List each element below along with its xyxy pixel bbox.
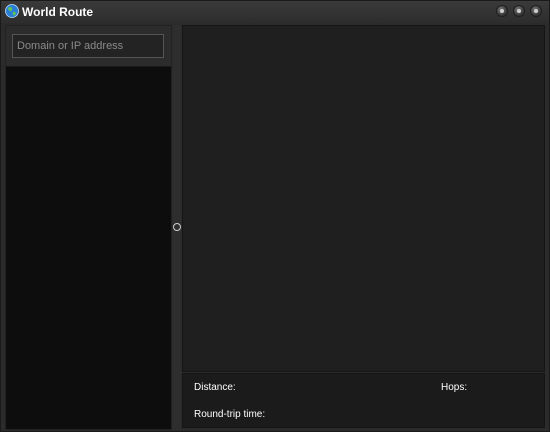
- minimize-button[interactable]: [496, 5, 508, 17]
- title-bar[interactable]: World Route: [1, 1, 549, 23]
- window-title: World Route: [22, 5, 94, 19]
- sidebar-panel: [5, 25, 172, 430]
- search-header: [6, 26, 171, 67]
- app-window: World Route Distance: Hops: Round-trip t…: [0, 0, 550, 432]
- route-info-panel: Distance: Hops: Round-trip time:: [182, 373, 545, 428]
- maximize-button[interactable]: [513, 5, 525, 17]
- route-hop-list[interactable]: [6, 67, 171, 429]
- splitter-grip-icon[interactable]: [173, 223, 181, 231]
- domain-search-input[interactable]: [12, 34, 164, 58]
- route-map-view[interactable]: [182, 25, 545, 372]
- round-trip-time-label: Round-trip time:: [194, 409, 266, 420]
- globe-icon: [5, 4, 19, 18]
- close-button[interactable]: [530, 5, 542, 17]
- distance-label: Distance:: [194, 382, 236, 393]
- hops-label: Hops:: [441, 382, 468, 393]
